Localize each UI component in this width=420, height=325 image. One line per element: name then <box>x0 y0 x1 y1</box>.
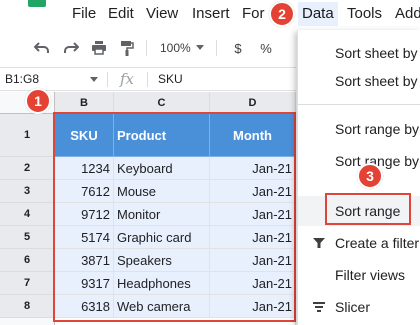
toolbar: 100% $ % <box>0 33 296 63</box>
table-cell[interactable]: 9317 <box>55 272 114 295</box>
table-header-cell[interactable]: SKU <box>55 114 114 157</box>
row-header-1[interactable]: 1 <box>0 114 55 157</box>
undo-icon[interactable] <box>32 38 52 58</box>
table-cell[interactable]: Mouse <box>114 180 210 203</box>
menu-view[interactable]: View <box>146 5 178 23</box>
menu-divider <box>298 104 420 105</box>
menu-item-filter-views[interactable]: Filter views <box>298 260 420 290</box>
table-cell[interactable]: 3871 <box>55 249 114 272</box>
table-cell[interactable]: Jan-21 <box>210 272 296 295</box>
table-cell[interactable]: Jan-21 <box>210 203 296 226</box>
toolbar-divider <box>146 40 147 56</box>
row-header-5[interactable]: 5 <box>0 226 55 249</box>
table-cell[interactable]: Jan-21 <box>210 249 296 272</box>
menu-insert[interactable]: Insert <box>192 5 230 23</box>
row-header-8[interactable]: 8 <box>0 295 55 318</box>
row-header-3[interactable]: 3 <box>0 180 55 203</box>
table-cell[interactable]: Jan-21 <box>210 295 296 318</box>
currency-format-button[interactable]: $ <box>228 38 248 58</box>
toolbar-divider <box>216 40 217 56</box>
row-header-4[interactable]: 4 <box>0 203 55 226</box>
slicer-icon <box>312 300 326 314</box>
filter-icon <box>312 236 326 250</box>
zoom-chevron-down-icon[interactable] <box>196 45 204 50</box>
table-cell[interactable]: Jan-21 <box>210 180 296 203</box>
column-header-c[interactable]: C <box>114 92 210 114</box>
row-header-9[interactable] <box>0 318 55 325</box>
menu-file[interactable]: File <box>72 5 96 23</box>
table-cell[interactable]: Keyboard <box>114 157 210 180</box>
menu-format[interactable]: For <box>242 5 265 23</box>
menu-tools[interactable]: Tools <box>347 5 382 23</box>
step-badge-3: 3 <box>357 163 383 189</box>
menu-item-sort-sheet-za[interactable]: Sort sheet by <box>298 66 420 96</box>
menu-item-label: Sort range by <box>335 121 420 137</box>
menu-bar: File Edit View Insert For Data Tools Add <box>0 0 420 30</box>
row-header-7[interactable]: 7 <box>0 272 55 295</box>
menu-item-sort-range-az[interactable]: Sort range by <box>298 114 420 144</box>
menu-item-sort-range[interactable]: Sort range <box>298 196 420 226</box>
menu-item-label: Sort range <box>335 203 401 219</box>
row-header-2[interactable]: 2 <box>0 157 55 180</box>
table-cell[interactable]: Jan-21 <box>210 226 296 249</box>
spreadsheet-grid: B C D 1 2 3 4 5 6 7 8 SKU Product Month … <box>0 92 296 325</box>
menu-item-label: Slicer <box>335 299 371 315</box>
table-header-cell[interactable]: Month <box>210 114 296 157</box>
table-cell[interactable]: Monitor <box>114 203 210 226</box>
formula-bar: B1:G8 fx SKU <box>0 67 296 91</box>
redo-icon[interactable] <box>61 38 81 58</box>
table-cell[interactable] <box>55 318 296 325</box>
step-badge-2: 2 <box>269 1 295 27</box>
menu-item-slicer[interactable]: Slicer <box>298 292 420 322</box>
menu-item-create-filter[interactable]: Create a filter <box>298 228 420 258</box>
paint-format-icon[interactable] <box>117 38 137 58</box>
table-cell[interactable]: Jan-21 <box>210 157 296 180</box>
sheets-logo-icon[interactable] <box>28 0 46 7</box>
table-cell[interactable]: 9712 <box>55 203 114 226</box>
row-header-6[interactable]: 6 <box>0 249 55 272</box>
column-header-d[interactable]: D <box>210 92 296 114</box>
menu-item-label: Sort sheet by <box>335 45 418 61</box>
table-cell[interactable]: 7612 <box>55 180 114 203</box>
column-header-b[interactable]: B <box>55 92 114 114</box>
formula-divider <box>147 72 148 87</box>
table-cell[interactable]: 6318 <box>55 295 114 318</box>
table-cell[interactable]: Speakers <box>114 249 210 272</box>
table-cell[interactable]: 5174 <box>55 226 114 249</box>
menu-item-label: Sort sheet by <box>335 73 418 89</box>
step-badge-1: 1 <box>25 88 51 114</box>
zoom-select[interactable]: 100% <box>160 41 191 55</box>
formula-divider <box>107 72 108 87</box>
table-cell[interactable]: Web camera <box>114 295 210 318</box>
menu-item-sort-sheet-az[interactable]: Sort sheet by <box>298 38 420 68</box>
percent-format-button[interactable]: % <box>256 38 276 58</box>
menu-item-label: Filter views <box>335 267 406 283</box>
table-cell[interactable]: Headphones <box>114 272 210 295</box>
menu-data[interactable]: Data <box>298 2 338 26</box>
fx-icon: fx <box>120 70 135 88</box>
formula-input[interactable]: SKU <box>158 72 183 86</box>
menu-addons[interactable]: Add <box>395 5 420 23</box>
menu-item-label: Create a filter <box>335 235 420 251</box>
menu-edit[interactable]: Edit <box>108 5 134 23</box>
table-cell[interactable]: 1234 <box>55 157 114 180</box>
table-cell[interactable]: Graphic card <box>114 226 210 249</box>
name-box-chevron-down-icon[interactable] <box>90 77 98 82</box>
print-icon[interactable] <box>89 38 109 58</box>
table-header-cell[interactable]: Product <box>114 114 210 157</box>
name-box[interactable]: B1:G8 <box>5 72 39 86</box>
